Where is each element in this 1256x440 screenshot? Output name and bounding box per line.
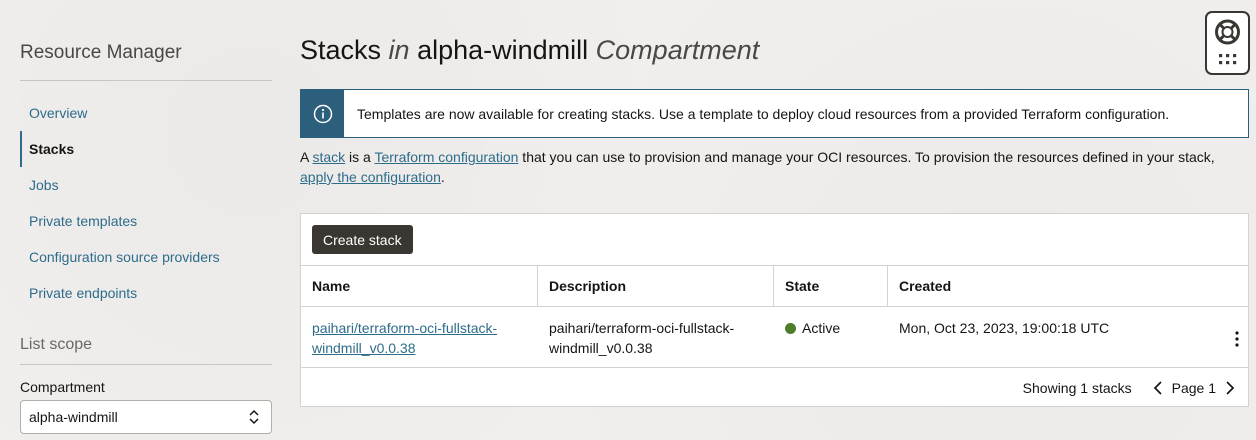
column-header-description[interactable]: Description: [538, 265, 774, 307]
page-title: Stacks in alpha-windmill Compartment: [300, 35, 1249, 66]
sidebar-nav: Overview Stacks Jobs Private templates C…: [20, 95, 272, 311]
stack-desc-line2: windmill_v0.0.38: [549, 340, 653, 356]
desc-text-2: is a: [345, 149, 375, 165]
main-content: Stacks in alpha-windmill Compartment Tem…: [300, 0, 1249, 407]
status-text: Active: [802, 320, 841, 336]
create-stack-button[interactable]: Create stack: [312, 225, 413, 254]
table-footer: Showing 1 stacks Page 1: [301, 369, 1248, 407]
stack-desc-line1: paihari/terraform-oci-fullstack-: [549, 320, 735, 336]
cell-name: paihari/terraform-oci-fullstack-windmill…: [301, 307, 538, 367]
stacks-table: Name Description State Created paihari/t…: [301, 265, 1248, 368]
cell-state: Active: [774, 307, 888, 367]
sidebar-item-private-templates[interactable]: Private templates: [20, 203, 272, 239]
lifebuoy-icon: [1215, 19, 1240, 65]
chevron-right-icon: [1226, 381, 1235, 395]
stack-link[interactable]: stack: [312, 149, 345, 165]
compartment-select-value: alpha-windmill: [29, 409, 118, 425]
next-page-button[interactable]: [1222, 379, 1238, 397]
stack-description: A stack is a Terraform configuration tha…: [300, 147, 1249, 187]
title-in: in: [388, 35, 410, 65]
compartment-label: Compartment: [20, 379, 105, 395]
sidebar-item-private-endpoints[interactable]: Private endpoints: [20, 275, 272, 311]
banner-text: Templates are now available for creating…: [357, 105, 1170, 122]
title-resource: Stacks: [300, 35, 382, 65]
banner-icon-box: [301, 90, 344, 137]
column-header-name[interactable]: Name: [301, 265, 538, 307]
sidebar-item-configuration-source-providers[interactable]: Configuration source providers: [20, 239, 272, 275]
sidebar-item-stacks[interactable]: Stacks: [20, 131, 272, 167]
sidebar-item-overview[interactable]: Overview: [20, 95, 272, 131]
stacks-panel: Create stack Name Description State Crea…: [300, 213, 1249, 407]
previous-page-button[interactable]: [1150, 379, 1166, 397]
terraform-configuration-link[interactable]: Terraform configuration: [374, 149, 518, 165]
title-compartment-name: alpha-windmill: [417, 35, 589, 65]
status-dot-icon: [785, 323, 796, 334]
sidebar-item-jobs[interactable]: Jobs: [20, 167, 272, 203]
table-row: paihari/terraform-oci-fullstack-windmill…: [301, 307, 1248, 368]
showing-count: Showing 1 stacks: [1022, 380, 1132, 396]
column-header-state[interactable]: State: [774, 265, 888, 307]
grid-dots-icon: [1219, 54, 1237, 65]
sidebar: Resource Manager Overview Stacks Jobs Pr…: [20, 0, 272, 434]
kebab-menu-icon[interactable]: [1234, 331, 1240, 347]
chevron-up-down-icon: [249, 409, 259, 425]
compartment-select[interactable]: alpha-windmill: [20, 400, 272, 434]
stack-name-line2: windmill_v0.0.38: [312, 340, 416, 356]
stack-name-link[interactable]: paihari/terraform-oci-fullstack-windmill…: [312, 320, 497, 356]
table-header: Name Description State Created: [301, 265, 1248, 307]
desc-text-3: that you can use to provision and manage…: [518, 149, 1215, 165]
cell-description: paihari/terraform-oci-fullstack-windmill…: [538, 307, 774, 367]
list-scope-title: List scope: [20, 336, 272, 365]
info-banner: Templates are now available for creating…: [300, 89, 1249, 138]
cell-created: Mon, Oct 23, 2023, 19:00:18 UTC: [899, 320, 1110, 336]
apply-configuration-link[interactable]: apply the configuration: [300, 169, 441, 185]
title-suffix: Compartment: [595, 35, 760, 65]
info-icon: [313, 104, 332, 123]
desc-text-1: A: [300, 149, 313, 165]
desc-text-4: .: [440, 169, 445, 185]
column-header-created[interactable]: Created: [888, 266, 1248, 307]
stack-name-line1: paihari/terraform-oci-fullstack-: [312, 320, 498, 336]
page-label: Page 1: [1171, 380, 1216, 396]
help-widget-button[interactable]: [1205, 11, 1250, 75]
sidebar-title: Resource Manager: [20, 42, 272, 81]
chevron-left-icon: [1153, 381, 1162, 395]
